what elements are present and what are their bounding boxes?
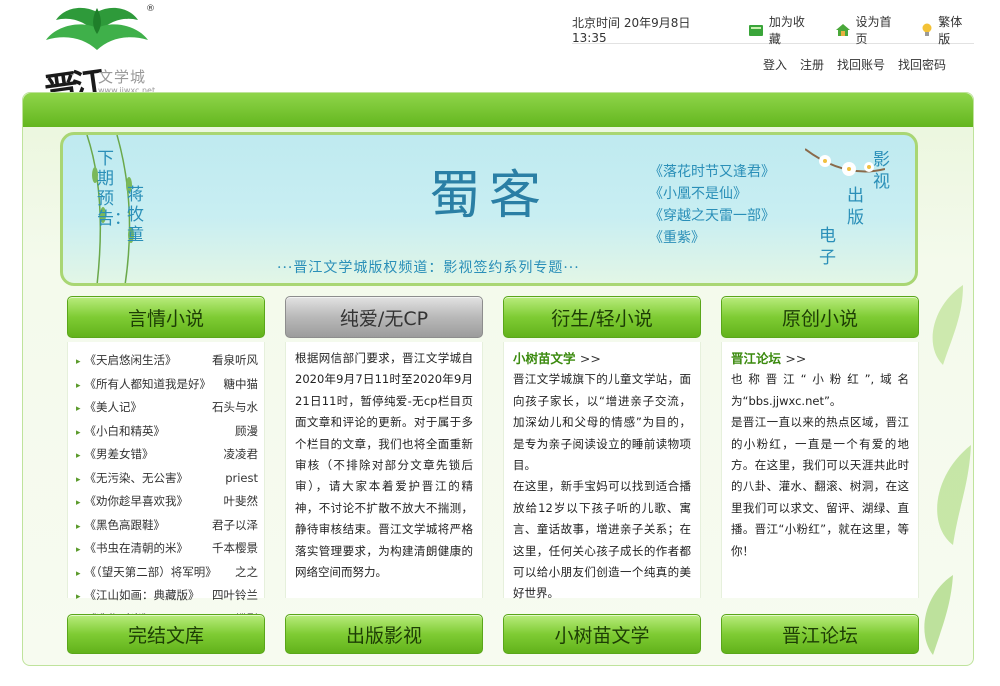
book-title: 《所有人都知道我是好》 <box>76 374 212 398</box>
romance-book-list: 《天启悠闲生活》看泉听风《所有人都知道我是好》糖中猫《美人记》石头与水《小白和精… <box>68 342 264 632</box>
banner-book-title: 《穿越之天雷一部》 <box>649 208 775 224</box>
forum-intro: 也称晋江“小粉红”,域名为“bbs.jjwxc.net”。 <box>731 372 909 408</box>
list-item[interactable]: 《天启悠闲生活》 看泉听风 <box>76 350 258 374</box>
site-logo[interactable]: ® 晋江 文学城 www.jjwxc.net <box>42 4 162 112</box>
book-title: 《美人记》 <box>76 397 143 421</box>
bl-column: 纯爱/无CP 根据网信部门要求，晋江文学城自2020年9月7日11时至2020年… <box>285 296 483 598</box>
sapling-detail: 在这里，新手宝妈可以找到适合播放给12岁以下孩子听的儿歌、寓言、童话故事，增进亲… <box>513 479 691 601</box>
banner-ebook-label: 电子 <box>819 226 836 268</box>
list-item[interactable]: 《劝你趁早喜欢我》 叶斐然 <box>76 491 258 515</box>
list-item[interactable]: 《所有人都知道我是好》糖中猫 <box>76 374 258 398</box>
tab-jjwxc-forum[interactable]: 晋江论坛 <box>721 614 919 654</box>
book-title: 《男差女错》 <box>76 444 154 468</box>
original-column: 原创小说 晋江论坛 >> 也称晋江“小粉红”,域名为“bbs.jjwxc.net… <box>721 296 919 598</box>
list-item[interactable]: 《（望天第二部）将军明》 之之 <box>76 562 258 586</box>
green-header-strip <box>23 93 973 127</box>
more-arrow: >> <box>579 351 601 366</box>
book-author: 糖中猫 <box>223 376 259 391</box>
book-title: 《江山如画：典藏版》 <box>76 585 200 609</box>
romance-column: 言情小说 《天启悠闲生活》看泉听风《所有人都知道我是好》糖中猫《美人记》石头与水… <box>67 296 265 626</box>
list-item[interactable]: 《黑色高跟鞋》 君子以泽 <box>76 515 258 539</box>
bl-notice-text: 根据网信部门要求，晋江文学城自2020年9月7日11时至2020年9月21日11… <box>295 351 473 580</box>
forum-title: 晋江论坛 <box>731 351 782 366</box>
registered-mark: ® <box>146 4 155 14</box>
banner-main-title: 蜀客 <box>429 166 550 226</box>
bookmark-link[interactable]: 加为收藏 <box>748 13 817 47</box>
bookmark-label: 加为收藏 <box>768 14 805 46</box>
forum-link[interactable]: 晋江论坛 >> <box>731 348 909 369</box>
lightbulb-icon <box>922 23 932 36</box>
sapling-literature-title: 小树苗文学 <box>513 351 576 366</box>
book-author: 四叶铃兰 <box>212 588 258 602</box>
book-leaf-logo-icon <box>46 7 148 50</box>
tab-romance[interactable]: 言情小说 <box>67 296 265 338</box>
tab-publishing-film[interactable]: 出版影视 <box>285 614 483 654</box>
list-item[interactable]: 《美人记》 石头与水 <box>76 397 258 421</box>
book-author: 千本樱景 <box>212 541 258 555</box>
original-panel: 晋江论坛 >> 也称晋江“小粉红”,域名为“bbs.jjwxc.net”。 是晋… <box>721 342 919 598</box>
bl-notice-panel: 根据网信部门要求，晋江文学城自2020年9月7日11时至2020年9月21日11… <box>285 342 483 598</box>
tab-original-novel[interactable]: 原创小说 <box>721 296 919 338</box>
banner-slogan: ···晋江文学城版权频道：影视签约系列专题··· <box>277 260 580 276</box>
sapling-intro: 晋江文学城旗下的儿童文学站，面向孩子家长，以“增进亲子交流，加深幼儿和父母的情感… <box>513 372 691 473</box>
book-title: 《天启悠闲生活》 <box>76 350 177 374</box>
book-author: 之之 <box>235 564 258 579</box>
book-author: 石头与水 <box>212 400 258 414</box>
list-item[interactable]: 《无污染、无公害》 priest <box>76 468 258 492</box>
set-homepage-link[interactable]: 设为首页 <box>835 13 904 47</box>
logo-site-name: 文学城 <box>98 68 147 86</box>
derivative-panel: 小树苗文学 >> 晋江文学城旗下的儿童文学站，面向孩子家长，以“增进亲子交流，加… <box>503 342 701 600</box>
more-arrow: >> <box>785 351 807 366</box>
banner-film-label: 影视 <box>873 150 890 192</box>
book-author: 叶斐然 <box>223 494 259 508</box>
romance-list-panel: 《天启悠闲生活》看泉听风《所有人都知道我是好》糖中猫《美人记》石头与水《小白和精… <box>67 342 265 626</box>
book-title: 《无污染、无公害》 <box>76 468 189 492</box>
derivative-column: 衍生/轻小说 小树苗文学 >> 晋江文学城旗下的儿童文学站，面向孩子家长，以“增… <box>503 296 701 600</box>
top-bar: 北京时间 20年9月8日 13:35 加为收藏 设为首页 繁体版 <box>572 13 974 47</box>
book-author: 顾漫 <box>235 423 258 438</box>
list-item[interactable]: 《男差女错》 凌凌君 <box>76 444 258 468</box>
login-link[interactable]: 登入 <box>763 56 787 73</box>
tab-bl-nocp[interactable]: 纯爱/无CP <box>285 296 483 338</box>
list-item[interactable]: 《江山如画：典藏版》四叶铃兰 <box>76 585 258 609</box>
tab-sapling-literature[interactable]: 小树苗文学 <box>503 614 701 654</box>
register-link[interactable]: 注册 <box>800 56 824 73</box>
book-author: priest <box>225 470 258 485</box>
forum-detail: 是晋江一直以来的热点区域，晋江的小粉红，一直是一个有爱的地方。在这里，我们可以天… <box>731 415 909 558</box>
book-author: 君子以泽 <box>212 517 258 532</box>
banner-preview-author: 蒋牧童 <box>127 185 144 245</box>
banner-publish-label: 出版 <box>847 186 864 228</box>
banner-book-title: 《落花时节又逢君》 <box>649 164 775 180</box>
traditional-chinese-link[interactable]: 繁体版 <box>921 13 974 47</box>
banner-book-title: 《重紫》 <box>649 230 705 246</box>
tab-completed-library[interactable]: 完结文库 <box>67 614 265 654</box>
banner-book-titles: 《落花时节又逢君》 《小凰不是仙》 《穿越之天雷一部》 《重紫》 <box>649 161 775 249</box>
book-title: 《小白和精英》 <box>76 421 166 445</box>
account-links: 登入 注册 找回账号 找回密码 <box>763 56 946 73</box>
banner-book-title: 《小凰不是仙》 <box>649 186 747 202</box>
promo-banner[interactable]: 下期预告： 蒋牧童 蜀客 《落花时节又逢君》 《小凰不是仙》 《穿越之天雷一部》… <box>60 132 918 286</box>
home-icon <box>835 23 850 36</box>
list-item[interactable]: 《小白和精英》 顾漫 <box>76 421 258 445</box>
set-homepage-label: 设为首页 <box>855 14 892 46</box>
book-title: 《黑色高跟鞋》 <box>76 515 166 539</box>
book-author: 凌凌君 <box>223 447 259 461</box>
book-title: 《（望天第二部）将军明》 <box>76 562 217 586</box>
sapling-literature-link[interactable]: 小树苗文学 >> <box>513 348 691 369</box>
book-title: 《劝你趁早喜欢我》 <box>76 491 189 515</box>
list-item[interactable]: 《书虫在清朝的米》 千本樱景 <box>76 538 258 562</box>
recover-account-link[interactable]: 找回账号 <box>837 56 885 73</box>
tab-derivative-light-novel[interactable]: 衍生/轻小说 <box>503 296 701 338</box>
banner-preview-label: 下期预告： <box>97 149 131 229</box>
book-title: 《书虫在清朝的米》 <box>76 538 189 562</box>
beijing-time: 北京时间 20年9月8日 13:35 <box>572 16 691 45</box>
bookmark-icon <box>748 24 763 36</box>
recover-password-link[interactable]: 找回密码 <box>898 56 946 73</box>
book-author: 看泉听风 <box>212 353 258 367</box>
traditional-chinese-label: 繁体版 <box>938 14 963 46</box>
